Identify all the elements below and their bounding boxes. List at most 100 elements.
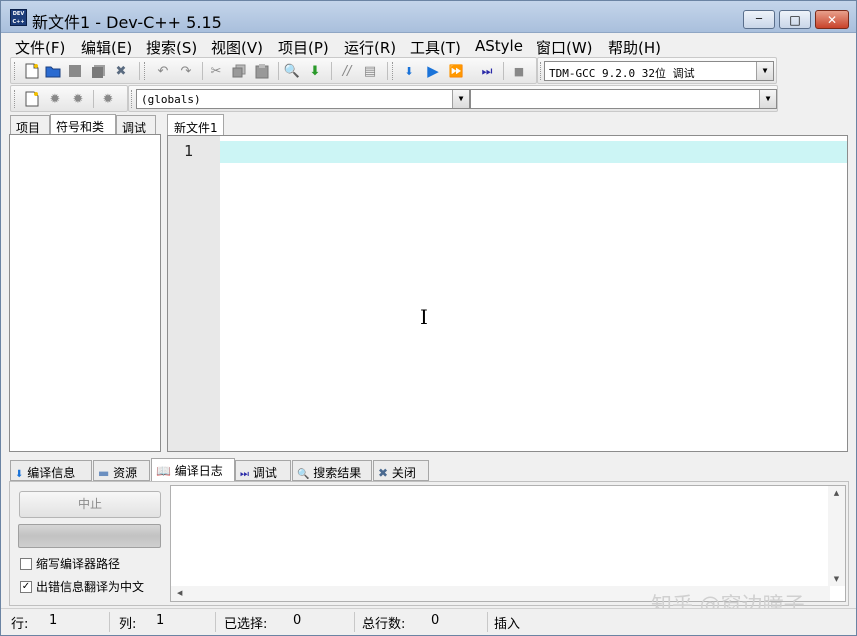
scope-toolbar: (globals) ▼ ▼ [128, 85, 778, 112]
tab-project[interactable]: 项目 [10, 115, 50, 135]
close-button[interactable]: ✕ [815, 10, 849, 29]
paste-icon[interactable] [253, 62, 271, 80]
checkbox-label: 缩写编译器路径 [36, 557, 121, 571]
maximize-icon: □ [789, 12, 801, 27]
goto-bookmark-icon[interactable]: ✹ [99, 90, 117, 108]
minimize-button[interactable]: ─ [743, 10, 775, 29]
status-separator [487, 612, 488, 632]
cut-icon[interactable]: ✂ [207, 62, 225, 80]
copy-icon[interactable] [230, 62, 248, 80]
new-file-icon[interactable] [23, 62, 41, 80]
maximize-button[interactable]: □ [779, 10, 811, 29]
debug-icon: ⏭ [240, 469, 249, 480]
rebuild-icon[interactable]: ⏭ [478, 62, 496, 80]
tab-compile-info[interactable]: ⬇ 编译信息 [10, 460, 92, 481]
status-col-label: 列: [119, 617, 137, 632]
checkbox-label: 出错信息翻译为中文 [36, 580, 145, 594]
translate-errors-checkbox[interactable]: ✓ 出错信息翻译为中文 [20, 578, 168, 595]
scope-select-value: (globals) [141, 93, 201, 106]
scope-select[interactable]: (globals) ▼ [136, 89, 470, 109]
tab-resources[interactable]: ▬ 资源 [93, 460, 150, 481]
code-editor[interactable]: 1 [167, 135, 848, 452]
compiler-select[interactable]: TDM-GCC 9.2.0 32位 调试 ▼ [544, 61, 774, 81]
editor-tab[interactable]: 新文件1 [167, 114, 224, 136]
tab-search-results[interactable]: 🔍 搜索结果 [292, 460, 372, 481]
compile-icon[interactable]: ⬇ [400, 62, 418, 80]
title-bar[interactable]: DEV C++ 新文件1 - Dev-C++ 5.15 ─ □ ✕ [1, 1, 856, 33]
current-line-highlight[interactable] [220, 141, 847, 163]
undo-icon[interactable]: ↶ [154, 62, 172, 80]
tab-close-panel[interactable]: ✖ 关闭 [373, 460, 429, 481]
status-insert-mode: 插入 [494, 617, 521, 632]
menu-window[interactable]: 窗口(W) [536, 37, 593, 58]
window-title: 新文件1 - Dev-C++ 5.15 [32, 13, 222, 32]
menu-view[interactable]: 视图(V) [211, 37, 263, 58]
status-sel-value: 0 [293, 613, 302, 628]
status-row-value: 1 [49, 613, 58, 628]
stop-execution-icon[interactable]: ■ [510, 62, 528, 80]
chevron-down-icon[interactable]: ▼ [756, 62, 773, 80]
comment-icon[interactable]: // [338, 62, 356, 80]
toolbar-grip[interactable] [540, 62, 543, 80]
menu-edit[interactable]: 编辑(E) [81, 37, 132, 58]
menu-file[interactable]: 文件(F) [15, 37, 65, 58]
compile-log-panel: 中止 缩写编译器路径 ✓ 出错信息翻译为中文 ▲ ▼ ◀ [9, 481, 849, 606]
scroll-up-icon[interactable]: ▲ [828, 489, 845, 497]
status-separator [215, 612, 216, 632]
shorten-paths-checkbox[interactable]: 缩写编译器路径 [20, 555, 168, 572]
run-icon[interactable]: ▶ [424, 62, 442, 80]
toggle-bookmark-icon[interactable]: ✹ [69, 90, 87, 108]
chevron-down-icon[interactable]: ▼ [759, 90, 776, 108]
class-browser-panel[interactable] [9, 134, 161, 452]
member-select[interactable]: ▼ [470, 89, 777, 109]
open-file-icon[interactable] [44, 62, 62, 80]
compile-run-icon[interactable]: ⏩ [447, 62, 465, 80]
tab-symbols[interactable]: 符号和类 [50, 114, 116, 135]
toolbar-grip[interactable] [131, 90, 134, 108]
save-all-icon[interactable] [89, 62, 107, 80]
tab-debug-bottom[interactable]: ⏭ 调试 [235, 460, 291, 481]
minimize-icon: ─ [755, 14, 763, 25]
toolbar-grip[interactable] [14, 90, 17, 108]
compiler-toolbar: TDM-GCC 9.2.0 32位 调试 ▼ [537, 57, 777, 84]
tab-debug[interactable]: 调试 [116, 115, 156, 135]
menu-run[interactable]: 运行(R) [344, 37, 396, 58]
redo-icon[interactable]: ↷ [177, 62, 195, 80]
tab-label: 关闭 [391, 466, 416, 480]
status-total-value: 0 [431, 613, 440, 628]
new-class-icon[interactable] [23, 90, 41, 108]
vertical-scrollbar[interactable]: ▲ ▼ [828, 486, 845, 586]
close-icon: ✕ [826, 12, 838, 27]
scroll-left-icon[interactable]: ◀ [177, 589, 182, 597]
compile-log-output[interactable]: ▲ ▼ ◀ [170, 485, 846, 602]
tab-label: 调试 [252, 466, 277, 480]
check-icon[interactable]: ✓ [20, 580, 32, 593]
line-gutter: 1 [168, 136, 220, 451]
stop-button[interactable]: 中止 [19, 491, 161, 518]
indent-icon[interactable]: ▤ [361, 62, 379, 80]
menu-project[interactable]: 项目(P) [278, 37, 329, 58]
menu-search[interactable]: 搜索(S) [146, 37, 197, 58]
toolbar-grip[interactable] [392, 62, 395, 80]
scroll-down-icon[interactable]: ▼ [828, 575, 845, 583]
toolbar-separator [387, 62, 388, 80]
folder-icon: ▬ [98, 466, 110, 480]
toolbar-grip[interactable] [14, 62, 17, 80]
menu-tools[interactable]: 工具(T) [410, 37, 461, 58]
status-total-label: 总行数: [362, 617, 406, 632]
toolbar-grip[interactable] [144, 62, 147, 80]
save-icon[interactable] [66, 62, 84, 80]
checkbox-box[interactable] [20, 557, 32, 570]
tab-compile-log[interactable]: 📖 编译日志 [151, 458, 235, 481]
devcpp-app-icon: DEV C++ [10, 9, 27, 26]
insert-icon[interactable]: ✹ [46, 90, 64, 108]
status-separator [109, 612, 110, 632]
tab-label: 搜索结果 [313, 466, 362, 480]
menu-astyle[interactable]: AStyle [475, 37, 523, 55]
status-sel-label: 已选择: [224, 617, 268, 632]
find-icon[interactable]: 🔍 [283, 62, 301, 80]
goto-icon[interactable]: ⬇ [306, 62, 324, 80]
chevron-down-icon[interactable]: ▼ [452, 90, 469, 108]
menu-help[interactable]: 帮助(H) [608, 37, 661, 58]
close-file-icon[interactable]: ✖ [112, 62, 130, 80]
